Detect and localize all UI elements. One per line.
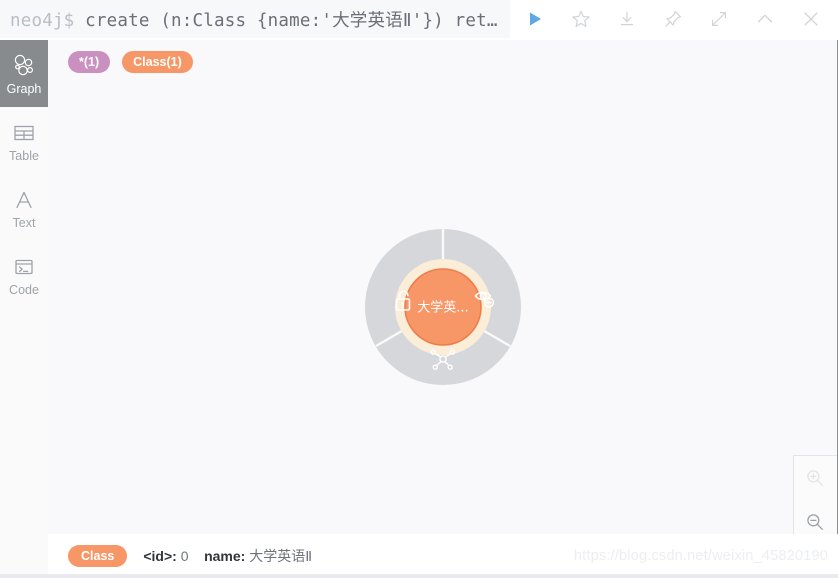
collapse-chevron-up-icon[interactable] xyxy=(742,0,788,38)
run-query-button[interactable] xyxy=(512,0,558,38)
status-name-value: 大学英语Ⅱ xyxy=(249,548,313,564)
code-icon xyxy=(12,252,36,282)
query-prompt: neo4j$ xyxy=(10,10,75,31)
node-with-context-ring[interactable]: 大学英... xyxy=(363,227,523,387)
graph-visualization-panel: *(1) Class(1) 大学英... xyxy=(48,40,838,534)
sidebar-item-table[interactable]: Table xyxy=(0,107,48,174)
expand-fullscreen-icon[interactable] xyxy=(696,0,742,38)
status-properties: <id>: 0 name: 大学英语Ⅱ xyxy=(143,546,312,566)
status-label-pill[interactable]: Class xyxy=(68,545,128,567)
sidebar-item-code[interactable]: Code xyxy=(0,241,48,308)
query-header: neo4j$ create (n:Class {name:'大学英语Ⅱ'}) r… xyxy=(0,0,838,40)
view-sidebar: Graph Table Text Code xyxy=(0,40,49,578)
sidebar-item-code-label: Code xyxy=(9,283,39,298)
status-name-key: name: xyxy=(204,548,246,564)
pin-icon[interactable] xyxy=(650,0,696,38)
sidebar-item-text-label: Text xyxy=(12,216,36,231)
status-id-value: 0 xyxy=(180,548,189,564)
close-icon[interactable] xyxy=(788,0,834,38)
zoom-out-button[interactable] xyxy=(794,500,836,534)
sidebar-item-text[interactable]: Text xyxy=(0,174,48,241)
table-icon xyxy=(12,118,36,148)
window-bottom-edge xyxy=(0,574,838,578)
zoom-in-button[interactable] xyxy=(794,456,836,500)
text-icon xyxy=(12,185,36,215)
download-icon[interactable] xyxy=(604,0,650,38)
graph-canvas[interactable]: 大学英... xyxy=(48,40,837,534)
graph-icon xyxy=(11,51,37,81)
query-statement: create (n:Class {name:'大学英语Ⅱ'}) ret… xyxy=(85,10,498,31)
status-id-key: <id>: xyxy=(143,548,177,564)
header-toolbar xyxy=(512,0,838,38)
query-text-row: neo4j$ create (n:Class {name:'大学英语Ⅱ'}) r… xyxy=(0,7,498,32)
neo4j-browser-frame: neo4j$ create (n:Class {name:'大学英语Ⅱ'}) r… xyxy=(0,0,838,578)
node-caption: 大学英... xyxy=(417,300,468,316)
query-editor[interactable]: neo4j$ create (n:Class {name:'大学英语Ⅱ'}) r… xyxy=(0,0,510,38)
sidebar-item-graph[interactable]: Graph xyxy=(0,40,48,107)
sidebar-item-graph-label: Graph xyxy=(6,82,42,97)
zoom-controls xyxy=(793,455,837,534)
sidebar-item-table-label: Table xyxy=(9,149,39,164)
watermark-text: https://blog.csdn.net/weixin_45820190 xyxy=(573,548,828,564)
favorite-star-icon[interactable] xyxy=(558,0,604,38)
